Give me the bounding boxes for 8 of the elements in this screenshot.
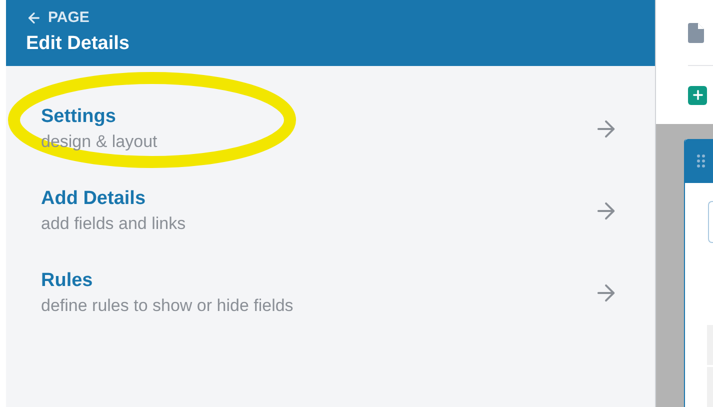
document-icon [688,23,704,43]
input-field[interactable] [708,201,713,243]
menu-item[interactable]: Rules define rules to show or hide fields [6,252,655,334]
back-link[interactable]: PAGE [26,8,655,28]
menu-item[interactable]: Add Details add fields and links [6,170,655,252]
add-icon[interactable] [688,86,707,104]
panel-title: Edit Details [26,32,130,56]
drag-handle-icon[interactable] [697,154,705,168]
